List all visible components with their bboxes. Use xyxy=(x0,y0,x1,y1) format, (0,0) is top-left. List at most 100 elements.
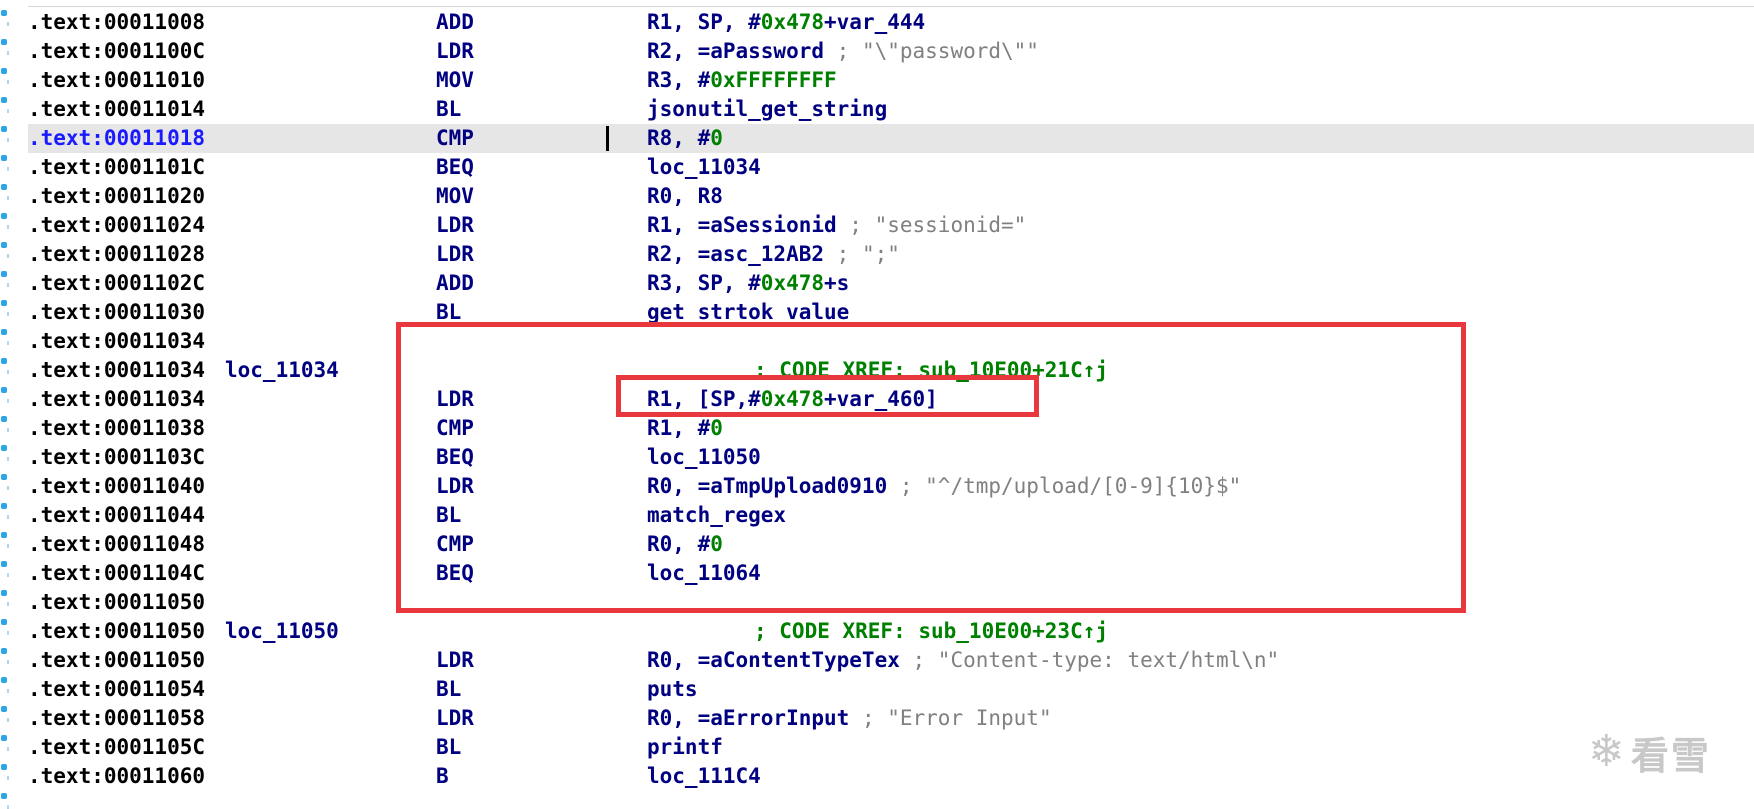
listing-row[interactable]: .text:0001105C BL printf xyxy=(28,733,1754,762)
mnemonic[interactable]: LDR xyxy=(436,37,474,66)
listing-row[interactable]: .text:00011050 LDR R0, =aContentTypeTex ; … xyxy=(28,646,1754,675)
listing-row[interactable]: .text:0001100C LDR R2, =aPassword ; "\"pas… xyxy=(28,37,1754,66)
address[interactable]: .text:00011054 xyxy=(28,675,205,704)
operands[interactable]: R0, =aContentTypeTex ; "Content-type: te… xyxy=(647,646,1279,675)
operands[interactable]: R0, R8 xyxy=(647,182,723,211)
operands[interactable]: R2, =aPassword ; "\"password\"" xyxy=(647,37,1039,66)
operand-text: loc_111C4 xyxy=(647,764,761,788)
listing-row[interactable]: .text:00011060 Bloc_111C4 xyxy=(28,762,1754,791)
mnemonic[interactable]: CMP xyxy=(436,124,474,153)
gutter-marker xyxy=(1,445,7,451)
mnemonic[interactable]: B xyxy=(436,762,449,791)
listing-row[interactable]: .text:00011054 BL puts xyxy=(28,675,1754,704)
mnemonic[interactable]: LDR xyxy=(436,211,474,240)
listing-row[interactable]: .text:00011024 LDR R1, =aSessionid ; "sess… xyxy=(28,211,1754,240)
address[interactable]: .text:00011058 xyxy=(28,704,205,733)
code-label[interactable]: loc_11050 xyxy=(225,617,339,646)
mnemonic[interactable]: BL xyxy=(436,733,461,762)
address[interactable]: .text:00011034 xyxy=(28,356,205,385)
address[interactable]: .text:00011024 xyxy=(28,211,205,240)
gutter-tick xyxy=(7,22,9,26)
address[interactable]: .text:0001105C xyxy=(28,733,205,762)
address[interactable]: .text:00011028 xyxy=(28,240,205,269)
operand-comment: ; "Content-type: text/html\n" xyxy=(912,648,1280,672)
address[interactable]: .text:0001100C xyxy=(28,37,205,66)
address[interactable]: .text:00011040 xyxy=(28,472,205,501)
gutter-tick xyxy=(7,399,9,403)
operands[interactable]: printf xyxy=(647,733,723,762)
operands[interactable]: R3, SP, #0x478+s xyxy=(647,269,849,298)
address[interactable]: .text:00011034 xyxy=(28,385,205,414)
mnemonic[interactable]: ADD xyxy=(436,269,474,298)
address[interactable]: .text:0001103C xyxy=(28,443,205,472)
gutter-marker xyxy=(1,358,7,364)
listing-row[interactable]: .text:00011014 BL jsonutil_get_string xyxy=(28,95,1754,124)
address[interactable]: .text:00011010 xyxy=(28,66,205,95)
operands[interactable]: R3, #0xFFFFFFFF xyxy=(647,66,837,95)
operand-text: R8, # xyxy=(647,126,711,150)
gutter-marker xyxy=(1,10,7,16)
operands[interactable]: R1, SP, #0x478+var_444 xyxy=(647,8,925,37)
listing-row[interactable]: .text:00011020 MOV R0, R8 xyxy=(28,182,1754,211)
gutter-tick xyxy=(7,544,9,548)
operands[interactable]: loc_111C4 xyxy=(647,762,761,791)
listing-row[interactable]: .text:00011050 loc_11050 ; CODE XREF: sub_… xyxy=(28,617,1754,646)
listing-row[interactable]: .text:0001101C BEQ loc_11034 xyxy=(28,153,1754,182)
gutter-tick xyxy=(7,196,9,200)
operand-comment: ; "sessionid=" xyxy=(849,213,1027,237)
operands[interactable]: puts xyxy=(647,675,698,704)
address[interactable]: .text:00011050 xyxy=(28,646,205,675)
operands[interactable]: R2, =asc_12AB2 ; ";" xyxy=(647,240,900,269)
address[interactable]: .text:00011044 xyxy=(28,501,205,530)
gutter-marker xyxy=(1,184,7,190)
listing-row[interactable]: .text:0001102C ADD R3, SP, #0x478+s xyxy=(28,269,1754,298)
address[interactable]: .text:0001102C xyxy=(28,269,205,298)
gutter-tick xyxy=(7,80,9,84)
operands[interactable]: R8, #0 xyxy=(647,124,723,153)
gutter-marker xyxy=(1,416,7,422)
mnemonic[interactable]: BL xyxy=(436,675,461,704)
address[interactable]: .text:00011034 xyxy=(28,327,205,356)
listing-row[interactable]: .text:00011028 LDR R2, =asc_12AB2 ; ";" xyxy=(28,240,1754,269)
listing-row[interactable]: .text:00011008 ADD R1, SP, #0x478+var_444 xyxy=(28,8,1754,37)
address[interactable]: .text:00011050 xyxy=(28,617,205,646)
address[interactable]: .text:0001104C xyxy=(28,559,205,588)
gutter-marker xyxy=(1,735,7,741)
mnemonic[interactable]: BL xyxy=(436,95,461,124)
gutter-tick xyxy=(7,370,9,374)
address[interactable]: .text:00011018 xyxy=(28,124,205,153)
address[interactable]: .text:00011048 xyxy=(28,530,205,559)
operands[interactable]: jsonutil_get_string xyxy=(647,95,887,124)
mnemonic[interactable]: LDR xyxy=(436,704,474,733)
operands[interactable]: R1, =aSessionid ; "sessionid=" xyxy=(647,211,1026,240)
address[interactable]: .text:00011014 xyxy=(28,95,205,124)
mnemonic[interactable]: MOV xyxy=(436,182,474,211)
address[interactable]: .text:00011020 xyxy=(28,182,205,211)
address[interactable]: .text:00011030 xyxy=(28,298,205,327)
address[interactable]: .text:00011038 xyxy=(28,414,205,443)
mnemonic[interactable]: MOV xyxy=(436,66,474,95)
gutter-marker xyxy=(1,474,7,480)
code-label[interactable]: loc_11034 xyxy=(225,356,339,385)
address[interactable]: .text:00011060 xyxy=(28,762,205,791)
operand-text: +s xyxy=(824,271,850,295)
gutter-tick xyxy=(7,225,9,229)
operands[interactable]: R0, =aErrorInput ; "Error Input" xyxy=(647,704,1052,733)
operands[interactable]: loc_11034 xyxy=(647,153,761,182)
mnemonic[interactable]: BEQ xyxy=(436,153,474,182)
gutter-tick xyxy=(7,573,9,577)
listing-row[interactable]: .text:00011058 LDR R0, =aErrorInput ; "Err… xyxy=(28,704,1754,733)
address[interactable]: .text:00011008 xyxy=(28,8,205,37)
gutter-tick xyxy=(7,312,9,316)
listing-row[interactable]: .text:00011010 MOV R3, #0xFFFFFFFF xyxy=(28,66,1754,95)
listing-row[interactable]: .text:00011018 CMP R8, #0 xyxy=(28,124,1754,153)
gutter-marker xyxy=(1,126,7,132)
mnemonic[interactable]: LDR xyxy=(436,646,474,675)
mnemonic[interactable]: LDR xyxy=(436,240,474,269)
mnemonic[interactable]: ADD xyxy=(436,8,474,37)
address[interactable]: .text:0001101C xyxy=(28,153,205,182)
operand-comment: ; "Error Input" xyxy=(861,706,1052,730)
gutter-marker xyxy=(1,532,7,538)
address[interactable]: .text:00011050 xyxy=(28,588,205,617)
watermark: ❄ 看雪 xyxy=(1588,724,1711,780)
